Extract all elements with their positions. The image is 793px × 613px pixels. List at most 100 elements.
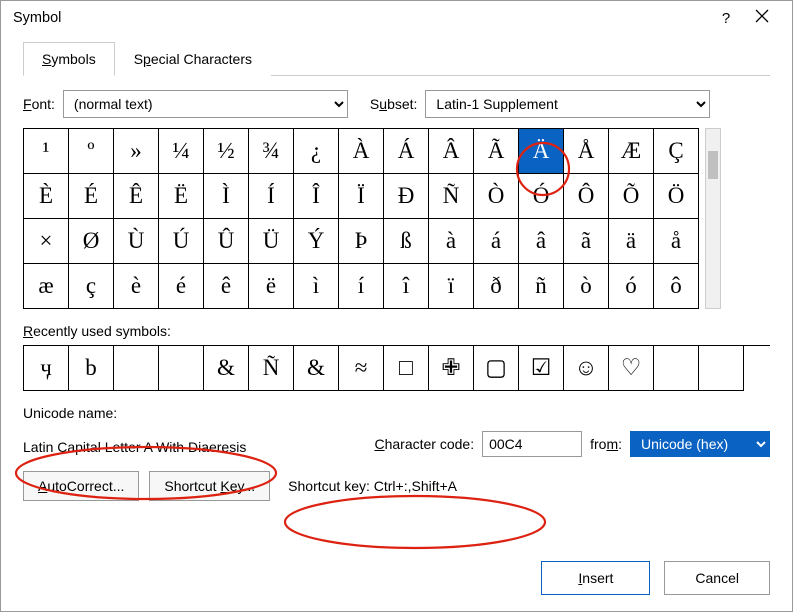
symbol-cell[interactable]: ó xyxy=(609,264,654,309)
symbol-cell[interactable]: Ì xyxy=(204,174,249,219)
symbol-cell[interactable]: É xyxy=(69,174,114,219)
symbol-cell[interactable]: Ø xyxy=(69,219,114,264)
recent-cell[interactable]: ▢ xyxy=(474,346,519,391)
shortcut-key-button[interactable]: Shortcut Key...Shortcut Key... xyxy=(149,471,270,501)
symbol-cell[interactable]: Æ xyxy=(609,129,654,174)
symbol-grid[interactable]: ¹º»¼½¾¿ÀÁÂÃÄÅÆÇ ÈÉÊËÌÍÎÏÐÑÒÓÔÕÖ ×ØÙÚÛÜÝÞßà… xyxy=(23,128,699,309)
recent-cell[interactable]: Ñ xyxy=(249,346,294,391)
symbol-cell[interactable]: ä xyxy=(609,219,654,264)
symbol-cell[interactable]: ï xyxy=(429,264,474,309)
shortcut-text: Shortcut key: Ctrl+:,Shift+A xyxy=(288,478,457,494)
symbol-cell[interactable]: ¾ xyxy=(249,129,294,174)
symbol-cell[interactable]: Û xyxy=(204,219,249,264)
recent-grid[interactable]: ӌb&Ñ&≈□✙▢☑☺♡ xyxy=(23,345,770,391)
font-label: Font:Font: xyxy=(23,96,55,112)
subset-select[interactable]: Latin-1 Supplement xyxy=(425,90,710,118)
dialog-footer: InsertInsert Cancel xyxy=(541,561,770,595)
symbol-cell[interactable]: À xyxy=(339,129,384,174)
tab-special-characters[interactable]: Special CharactersSpecial Characters xyxy=(115,42,271,76)
symbol-cell[interactable]: Ë xyxy=(159,174,204,219)
symbol-cell[interactable]: Þ xyxy=(339,219,384,264)
recent-cell[interactable] xyxy=(114,346,159,391)
recent-cell[interactable]: & xyxy=(204,346,249,391)
symbol-cell[interactable]: á xyxy=(474,219,519,264)
symbol-cell[interactable]: Ü xyxy=(249,219,294,264)
recent-cell[interactable]: ӌ xyxy=(24,346,69,391)
charcode-input[interactable] xyxy=(482,431,582,457)
recent-cell[interactable] xyxy=(699,346,744,391)
symbol-cell[interactable]: Î xyxy=(294,174,339,219)
symbol-cell[interactable]: Å xyxy=(564,129,609,174)
recent-cell[interactable]: ≈ xyxy=(339,346,384,391)
symbol-cell[interactable]: Í xyxy=(249,174,294,219)
symbol-cell[interactable]: × xyxy=(24,219,69,264)
recent-cell[interactable]: ☺ xyxy=(564,346,609,391)
from-select[interactable]: Unicode (hex) xyxy=(630,431,770,457)
symbol-cell[interactable]: Ò xyxy=(474,174,519,219)
font-select[interactable]: (normal text) xyxy=(63,90,348,118)
symbol-cell[interactable]: ¿ xyxy=(294,129,339,174)
symbol-cell[interactable]: Ï xyxy=(339,174,384,219)
symbol-cell[interactable]: Á xyxy=(384,129,429,174)
recent-cell[interactable] xyxy=(159,346,204,391)
grid-scrollbar[interactable] xyxy=(705,128,721,309)
symbol-cell[interactable]: Â xyxy=(429,129,474,174)
scrollbar-thumb[interactable] xyxy=(708,151,718,179)
symbol-cell[interactable]: Ð xyxy=(384,174,429,219)
symbol-cell[interactable]: Ú xyxy=(159,219,204,264)
symbol-cell[interactable]: Ó xyxy=(519,174,564,219)
window-title: Symbol xyxy=(13,10,708,26)
recent-cell[interactable]: □ xyxy=(384,346,429,391)
symbol-cell[interactable]: ë xyxy=(249,264,294,309)
symbol-cell[interactable]: Ã xyxy=(474,129,519,174)
recent-cell[interactable]: ♡ xyxy=(609,346,654,391)
symbol-cell[interactable]: Ô xyxy=(564,174,609,219)
symbol-cell[interactable]: Ç xyxy=(654,129,699,174)
symbol-cell[interactable]: ò xyxy=(564,264,609,309)
symbol-cell[interactable]: è xyxy=(114,264,159,309)
symbol-cell[interactable]: ð xyxy=(474,264,519,309)
symbol-cell[interactable]: Õ xyxy=(609,174,654,219)
autocorrect-button[interactable]: AutoCorrect...AutoCorrect... xyxy=(23,471,139,501)
symbol-cell[interactable]: é xyxy=(159,264,204,309)
symbol-cell[interactable]: » xyxy=(114,129,159,174)
symbol-cell[interactable]: º xyxy=(69,129,114,174)
symbol-cell[interactable]: ½ xyxy=(204,129,249,174)
cancel-button[interactable]: Cancel xyxy=(664,561,770,595)
recent-label: Recently used symbols:Recently used symb… xyxy=(23,323,770,339)
symbol-cell[interactable]: î xyxy=(384,264,429,309)
symbol-cell[interactable]: ß xyxy=(384,219,429,264)
symbol-cell[interactable]: æ xyxy=(24,264,69,309)
recent-cell[interactable]: b xyxy=(69,346,114,391)
symbol-cell[interactable]: â xyxy=(519,219,564,264)
symbol-cell[interactable]: Ñ xyxy=(429,174,474,219)
recent-cell[interactable] xyxy=(654,346,699,391)
symbol-cell[interactable]: ¼ xyxy=(159,129,204,174)
symbol-cell[interactable]: ô xyxy=(654,264,699,309)
symbol-cell[interactable]: ñ xyxy=(519,264,564,309)
symbol-cell[interactable]: Ä xyxy=(519,129,564,174)
title-bar: Symbol ? xyxy=(1,1,792,35)
symbol-cell[interactable]: ê xyxy=(204,264,249,309)
close-button[interactable] xyxy=(744,9,780,27)
symbol-cell[interactable]: È xyxy=(24,174,69,219)
recent-cell[interactable]: ✙ xyxy=(429,346,474,391)
symbol-cell[interactable]: ì xyxy=(294,264,339,309)
tab-symbols[interactable]: SSymbolsymbols xyxy=(23,42,115,76)
recent-cell[interactable]: ☑ xyxy=(519,346,564,391)
unicode-name-label: Unicode name: xyxy=(23,405,770,421)
symbol-cell[interactable]: í xyxy=(339,264,384,309)
help-button[interactable]: ? xyxy=(708,10,744,27)
symbol-cell[interactable]: ã xyxy=(564,219,609,264)
symbol-cell[interactable]: Ö xyxy=(654,174,699,219)
symbol-cell[interactable]: ¹ xyxy=(24,129,69,174)
symbol-cell[interactable]: ç xyxy=(69,264,114,309)
symbol-cell[interactable]: Ù xyxy=(114,219,159,264)
unicode-name-value: Latin Capital Letter A With Diaeresis xyxy=(23,439,246,455)
symbol-cell[interactable]: Ý xyxy=(294,219,339,264)
insert-button[interactable]: InsertInsert xyxy=(541,561,650,595)
recent-cell[interactable]: & xyxy=(294,346,339,391)
symbol-cell[interactable]: å xyxy=(654,219,699,264)
symbol-cell[interactable]: Ê xyxy=(114,174,159,219)
symbol-cell[interactable]: à xyxy=(429,219,474,264)
